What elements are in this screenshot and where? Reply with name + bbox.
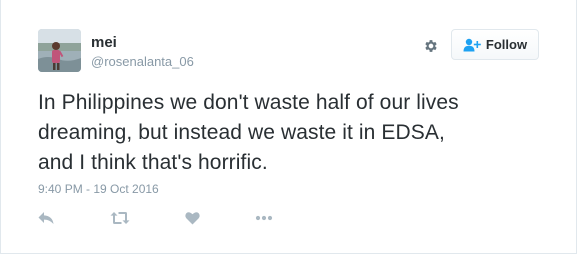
retweet-button[interactable] (109, 208, 131, 228)
like-icon (184, 212, 200, 225)
follow-label: Follow (485, 36, 528, 52)
reply-button[interactable] (37, 208, 55, 228)
tweet-card: mei @rosenalanta_06 Follow In Philippine… (0, 0, 577, 254)
reply-icon (38, 212, 54, 224)
tweet-text-line: In Philippines we don't waste half of ou… (38, 91, 459, 114)
tweet-timestamp[interactable]: 9:40 PM - 19 Oct 2016 (38, 182, 159, 196)
more-icon (255, 215, 273, 221)
more-button[interactable] (253, 208, 275, 228)
like-button[interactable] (183, 208, 201, 228)
follow-button[interactable]: Follow (451, 29, 539, 60)
avatar[interactable] (38, 29, 81, 72)
tweet-text: In Philippines we don't waste half of ou… (38, 88, 558, 178)
tweet-text-line: and I think that's horrific. (38, 151, 268, 174)
user-name[interactable]: mei (91, 34, 117, 52)
gear-icon (425, 40, 437, 52)
retweet-icon (110, 212, 130, 224)
settings-button[interactable] (421, 36, 441, 56)
add-user-icon (463, 38, 481, 51)
avatar-photo (38, 29, 81, 72)
tweet-text-line: dreaming, but instead we waste it in EDS… (38, 121, 445, 144)
user-handle[interactable]: @rosenalanta_06 (91, 54, 194, 70)
